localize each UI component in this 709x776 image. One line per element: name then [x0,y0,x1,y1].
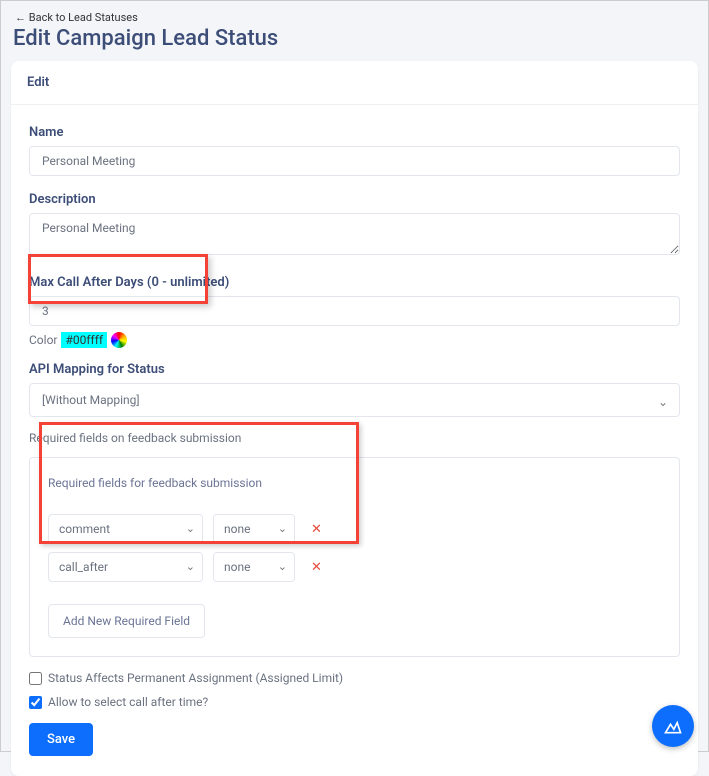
page-title: Edit Campaign Lead Status [13,26,698,51]
required-fields-box: Required fields for feedback submission … [29,457,680,657]
close-icon: ✕ [311,522,322,537]
status-affects-row: Status Affects Permanent Assignment (Ass… [29,671,680,685]
remove-row-button[interactable]: ✕ [305,518,328,541]
required-fields-label: Required fields on feedback submission [29,431,680,445]
color-label: Color [29,333,57,347]
required-field-row: call_after ⌄ none ⌄ ✕ [48,552,661,582]
card-body: Name Description Personal Meeting Max Ca… [11,105,698,776]
status-affects-checkbox[interactable] [29,672,42,685]
allow-call-after-label: Allow to select call after time? [48,695,208,709]
allow-call-after-row: Allow to select call after time? [29,695,680,709]
add-required-field-button[interactable]: Add New Required Field [48,604,205,638]
desc-label: Description [29,192,680,207]
required-field-row: comment ⌄ none ⌄ ✕ [48,514,661,544]
api-label: API Mapping for Status [29,362,680,377]
required-fields-title: Required fields for feedback submission [48,476,661,490]
color-row: Color #00ffff [29,332,680,348]
field-select[interactable]: call_after [48,552,203,582]
back-link[interactable]: ← Back to Lead Statuses [15,11,698,24]
name-label: Name [29,125,680,140]
color-hex: #00ffff [61,332,107,348]
max-call-label: Max Call After Days (0 - unlimited) [29,275,680,290]
fab-button[interactable] [652,705,694,747]
edit-card: Edit Name Description Personal Meeting M… [11,61,698,776]
allow-call-after-checkbox[interactable] [29,696,42,709]
max-call-input[interactable] [29,296,680,326]
field-select[interactable]: comment [48,514,203,544]
desc-textarea[interactable]: Personal Meeting [29,213,680,255]
condition-select[interactable]: none [213,514,295,544]
status-affects-label: Status Affects Permanent Assignment (Ass… [48,671,343,685]
name-input[interactable] [29,146,680,176]
api-mapping-select[interactable]: [Without Mapping] [29,383,680,417]
close-icon: ✕ [311,560,322,575]
save-button[interactable]: Save [29,723,93,756]
card-header: Edit [11,61,698,105]
condition-select[interactable]: none [213,552,295,582]
remove-row-button[interactable]: ✕ [305,556,328,579]
color-picker-icon[interactable] [111,332,127,348]
mountain-icon [663,716,683,736]
